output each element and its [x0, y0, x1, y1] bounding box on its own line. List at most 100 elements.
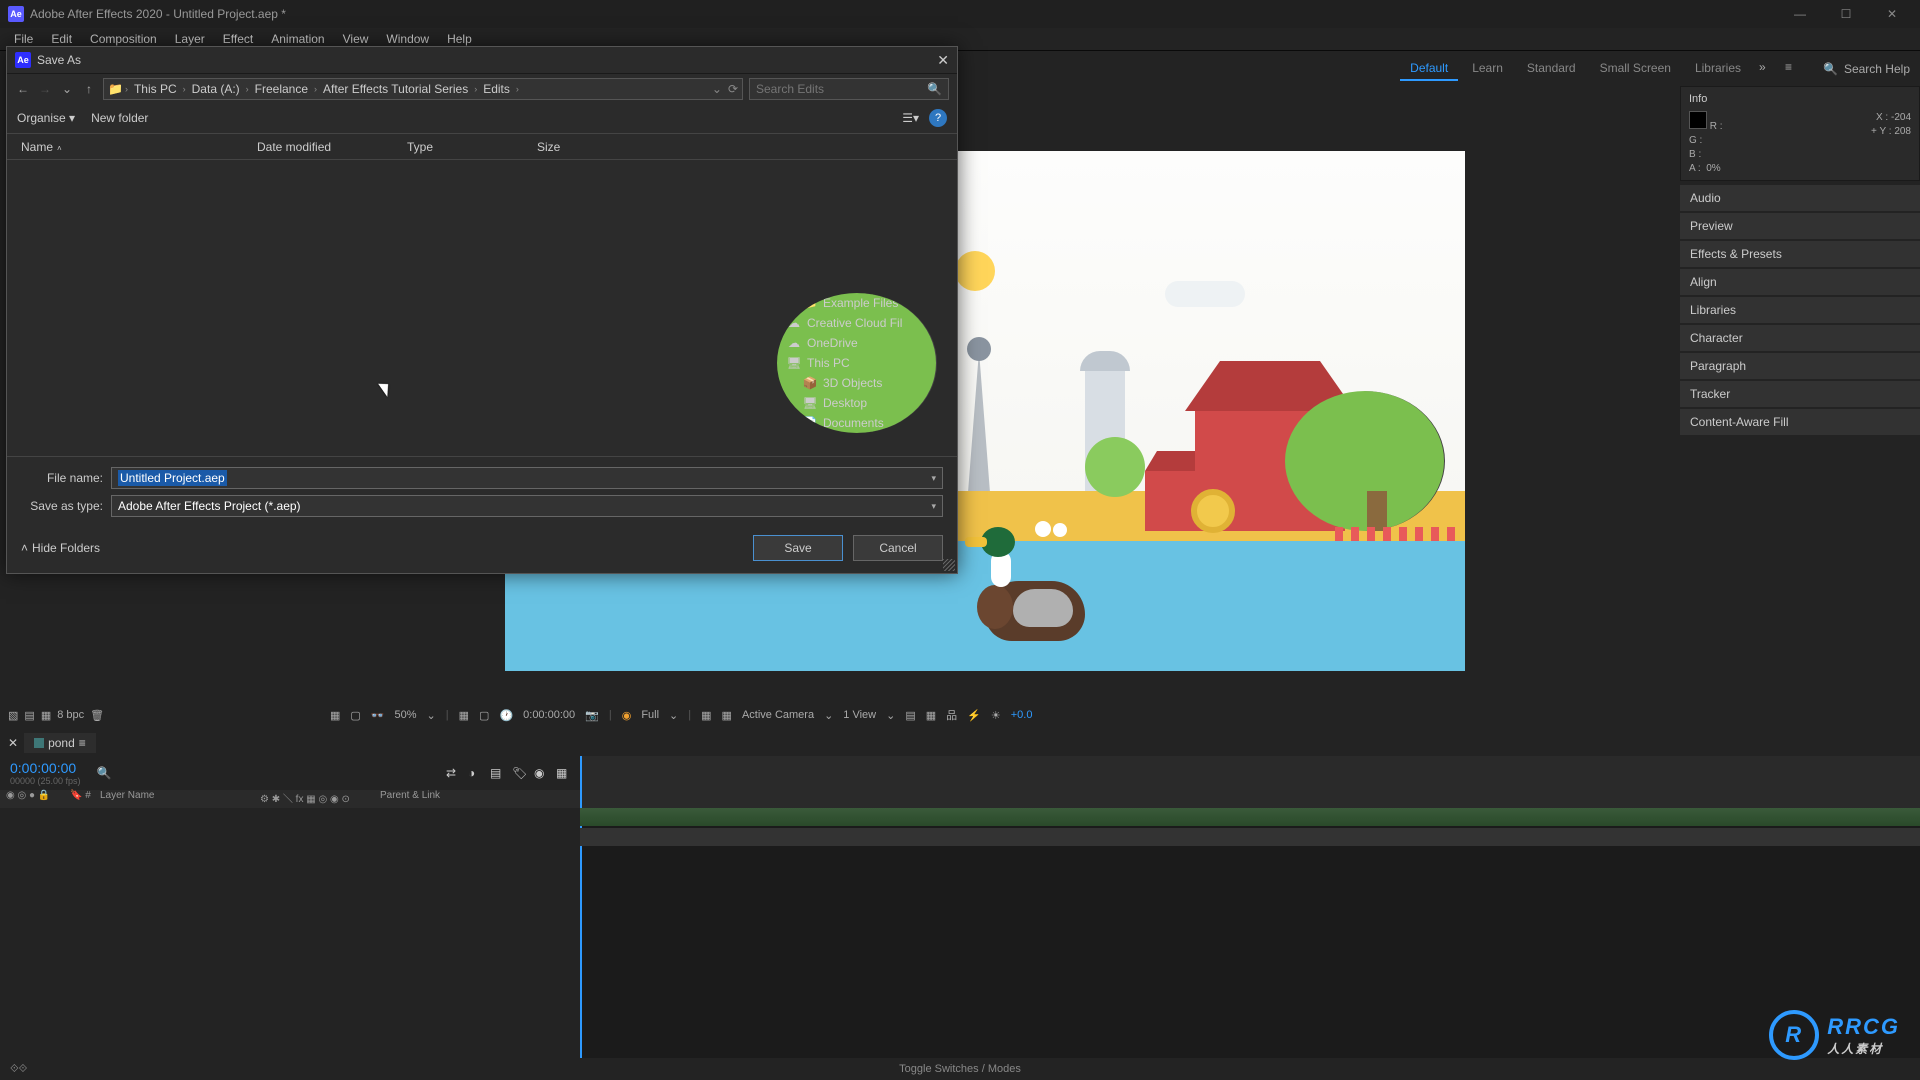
resolution-mode[interactable]: Full — [641, 709, 659, 721]
crumb-1[interactable]: Data (A:) — [188, 82, 244, 96]
crumb-0[interactable]: This PC — [130, 82, 181, 96]
col-name-hdr[interactable]: Name — [21, 140, 53, 154]
panel-tracker[interactable]: Tracker — [1680, 381, 1920, 407]
workspace-libraries[interactable]: Libraries — [1685, 57, 1751, 81]
panel-align[interactable]: Align — [1680, 269, 1920, 295]
new-folder-button[interactable]: New folder — [91, 111, 148, 125]
panel-menu-icon[interactable]: ≡ — [1785, 60, 1803, 78]
workspace-small-screen[interactable]: Small Screen — [1590, 57, 1681, 81]
workspace-learn[interactable]: Learn — [1462, 57, 1513, 81]
nav-back-icon[interactable]: ← — [15, 82, 31, 96]
search-help-input[interactable]: Search Help — [1844, 62, 1910, 76]
grid-icon[interactable]: ▢ — [479, 709, 489, 722]
tree-item-3d-objects[interactable]: 📦3D Objects — [777, 373, 936, 393]
preview-time[interactable]: 0:00:00:00 — [523, 709, 575, 721]
trash-icon[interactable]: 🗑 — [90, 709, 104, 722]
file-list-header[interactable]: Name˄ Date modified Type Size — [7, 134, 957, 160]
workspace-overflow-icon[interactable]: » — [1759, 60, 1777, 78]
file-name-dropdown-icon[interactable]: ▾ — [931, 473, 936, 484]
view-count[interactable]: 1 View — [843, 709, 876, 721]
dialog-close-button[interactable]: ✕ — [937, 52, 949, 69]
resolution-icon[interactable]: ▦ — [459, 709, 469, 722]
col-date-hdr[interactable]: Date modified — [257, 140, 407, 154]
close-window-button[interactable]: ✕ — [1872, 2, 1912, 26]
exposure-value[interactable]: +0.0 — [1011, 709, 1033, 721]
playhead[interactable] — [580, 756, 582, 1076]
current-time[interactable]: 0:00:00:00 — [10, 760, 81, 776]
minimize-button[interactable]: — — [1780, 2, 1820, 26]
panel-content-aware-fill[interactable]: Content-Aware Fill — [1680, 409, 1920, 435]
project-icon[interactable]: ▧ — [8, 709, 18, 722]
view-mode-icon[interactable]: ☰▾ — [902, 111, 919, 125]
panel-libraries[interactable]: Libraries — [1680, 297, 1920, 323]
viewer-grid-icon2[interactable]: ▦ — [722, 709, 732, 722]
crumb-2[interactable]: Freelance — [251, 82, 312, 96]
save-type-dropdown-icon[interactable]: ▾ — [931, 501, 936, 512]
panel-preview[interactable]: Preview — [1680, 213, 1920, 239]
snapshot-icon[interactable]: 📷 — [585, 709, 599, 722]
layer-track-2[interactable] — [580, 828, 1920, 846]
tl-tool-icon6[interactable]: ▦ — [556, 766, 570, 780]
nav-up-icon[interactable]: ↑ — [81, 82, 97, 96]
help-icon[interactable]: ? — [929, 109, 947, 127]
cancel-button[interactable]: Cancel — [853, 535, 943, 561]
project-icon3[interactable]: ▦ — [41, 709, 51, 722]
tab-menu-icon[interactable]: ≡ — [79, 736, 86, 750]
time-icon[interactable]: 🕐 — [499, 709, 513, 722]
timeline-close-icon[interactable]: ✕ — [8, 736, 18, 750]
panel-paragraph[interactable]: Paragraph — [1680, 353, 1920, 379]
resize-grip[interactable] — [943, 559, 955, 571]
tl-tool-icon5[interactable]: ◉ — [534, 766, 548, 780]
organise-menu[interactable]: Organise ▾ — [17, 111, 75, 125]
col-type-hdr[interactable]: Type — [407, 140, 537, 154]
crumb-4[interactable]: Edits — [479, 82, 514, 96]
tree-item-desktop[interactable]: 🖥Desktop — [777, 393, 936, 413]
hide-folders-toggle[interactable]: ˄Hide Folders — [21, 541, 100, 555]
tl-tool-icon4[interactable]: 🏷 — [512, 766, 526, 780]
viewer-icon[interactable]: ▦ — [330, 709, 340, 722]
timeline-tab-pond[interactable]: pond ≡ — [24, 733, 96, 753]
toggle-switches[interactable]: Toggle Switches / Modes — [899, 1063, 1021, 1075]
project-icon2[interactable]: ▤ — [24, 709, 34, 722]
refresh-icon[interactable]: ⟳ — [728, 82, 738, 96]
viewer-icon3[interactable]: ▤ — [905, 709, 915, 722]
viewer-grid-icon[interactable]: ▦ — [701, 709, 711, 722]
region-icon[interactable]: ◉ — [622, 709, 632, 722]
dialog-search-input[interactable] — [756, 82, 921, 96]
panel-effects-presets[interactable]: Effects & Presets — [1680, 241, 1920, 267]
maximize-button[interactable]: ☐ — [1826, 2, 1866, 26]
exposure-icon[interactable]: ☀ — [991, 709, 1001, 722]
crumb-3[interactable]: After Effects Tutorial Series — [319, 82, 472, 96]
project-bpc[interactable]: 8 bpc — [57, 709, 84, 721]
tree-item-creative-cloud-fil[interactable]: ☁Creative Cloud Fil — [777, 313, 936, 333]
col-size-hdr[interactable]: Size — [537, 140, 627, 154]
mask-icon[interactable]: 👓 — [371, 709, 385, 722]
camera-select[interactable]: Active Camera — [742, 709, 814, 721]
zoom-value[interactable]: 50% — [395, 709, 417, 721]
tl-tool-icon2[interactable]: ◑ — [468, 766, 482, 780]
nav-forward-icon[interactable]: → — [37, 82, 53, 96]
save-button[interactable]: Save — [753, 535, 843, 561]
expand-icon2[interactable]: ⟐ — [19, 1063, 28, 1076]
viewer-icon5[interactable]: 品 — [946, 707, 957, 723]
workspace-default[interactable]: Default — [1400, 57, 1458, 81]
panel-audio[interactable]: Audio — [1680, 185, 1920, 211]
expand-icon[interactable]: ⟐ — [10, 1063, 19, 1076]
fast-preview-icon[interactable]: ⚡ — [967, 709, 981, 722]
nav-recent-icon[interactable]: ⌄ — [59, 82, 75, 96]
viewer-icon4[interactable]: ▦ — [926, 709, 936, 722]
tl-tool-icon3[interactable]: ▤ — [490, 766, 504, 780]
layer-search-input[interactable]: 🔍 — [97, 766, 446, 780]
file-name-input[interactable]: Untitled Project.aep ▾ — [111, 467, 943, 489]
search-icon[interactable]: 🔍 — [927, 82, 942, 96]
breadcrumb-bar[interactable]: 📁 › This PC›Data (A:)›Freelance›After Ef… — [103, 78, 743, 100]
layer-track-1[interactable] — [580, 808, 1920, 826]
viewer-icon2[interactable]: ▢ — [350, 709, 360, 722]
tl-tool-icon[interactable]: ⇄ — [446, 766, 460, 780]
workspace-standard[interactable]: Standard — [1517, 57, 1586, 81]
tree-item-onedrive[interactable]: ☁OneDrive — [777, 333, 936, 353]
breadcrumb-dropdown-icon[interactable]: ⌄ — [712, 82, 722, 96]
panel-character[interactable]: Character — [1680, 325, 1920, 351]
tree-item-this-pc[interactable]: 🖥This PC — [777, 353, 936, 373]
save-type-select[interactable]: Adobe After Effects Project (*.aep) ▾ — [111, 495, 943, 517]
